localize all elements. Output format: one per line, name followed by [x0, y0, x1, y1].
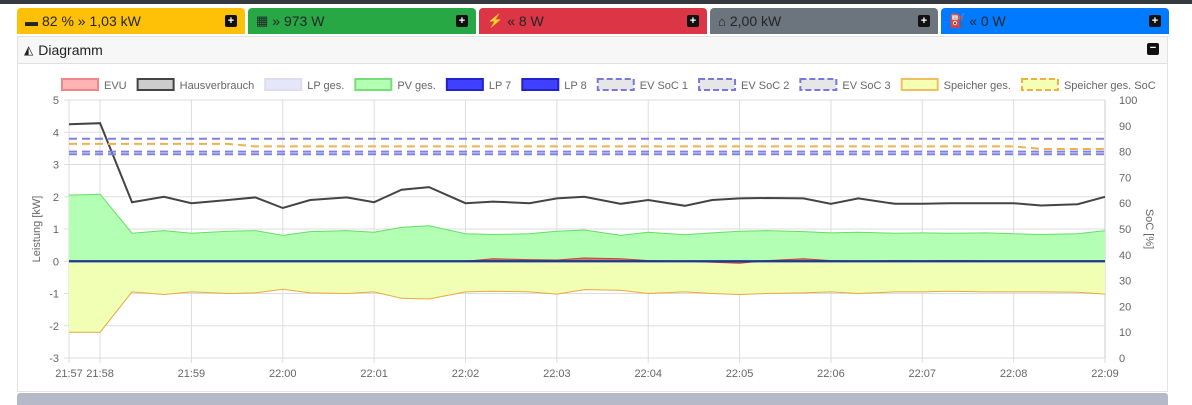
- legend-label: Speicher ges.: [944, 80, 1011, 92]
- legend-swatch: [445, 78, 484, 91]
- x-tick-label: 22:04: [634, 368, 662, 380]
- y2-tick-label: 70: [1119, 172, 1131, 184]
- y-tick-label: 3: [53, 160, 59, 172]
- y2-tick-label: 60: [1119, 198, 1131, 210]
- chart: 543210-1-2-3100908070605040302010021:57 2…: [31, 78, 1156, 380]
- y-tick-label: 2: [53, 192, 59, 204]
- y-tick-label: -1: [49, 289, 59, 301]
- y-tick-label: 1: [53, 224, 59, 236]
- legend-swatch: [900, 78, 939, 91]
- series-speicher-ges-area: [69, 261, 1105, 333]
- y2-tick-label: 50: [1119, 224, 1131, 236]
- legend-swatch: [799, 78, 838, 91]
- x-tick-label: 22:03: [543, 368, 571, 380]
- y2-tick-label: 40: [1119, 250, 1131, 262]
- x-tick-label: 22:06: [817, 368, 845, 380]
- y2-tick-label: 10: [1119, 327, 1131, 339]
- x-tick-label: 22:01: [360, 368, 388, 380]
- y-tick-label: 5: [53, 95, 59, 107]
- legend-label: LP ges.: [307, 80, 344, 92]
- legend-label: Hausverbrauch: [180, 80, 255, 92]
- legend-swatch: [136, 78, 175, 91]
- legend-swatch: [264, 78, 303, 91]
- legend-label: LP 8: [564, 80, 586, 92]
- legend-label: EV SoC 2: [741, 80, 789, 92]
- y2-tick-label: 20: [1119, 301, 1131, 313]
- legend-swatch: [521, 78, 560, 91]
- legend-label: LP 7: [489, 80, 511, 92]
- x-tick-label: 22:02: [452, 368, 480, 380]
- series-pv-ges-area: [69, 194, 1105, 262]
- legend-swatch: [61, 78, 99, 91]
- legend-swatch: [354, 78, 393, 91]
- y2-axis-title: SoC [%]: [1143, 209, 1155, 249]
- y2-tick-label: 90: [1119, 121, 1131, 133]
- legend-label: EV SoC 1: [640, 80, 688, 92]
- y2-tick-label: 100: [1119, 95, 1137, 107]
- x-tick-label: 22:05: [726, 368, 754, 380]
- legend-swatch: [596, 78, 635, 91]
- y-tick-label: -3: [49, 353, 59, 365]
- x-tick-label: 22:07: [909, 368, 937, 380]
- x-tick-label: 22:00: [269, 368, 297, 380]
- legend-label: EVU: [104, 80, 127, 92]
- x-tick-label: 21:58: [86, 368, 114, 380]
- legend-label: Speicher ges. SoC: [1064, 80, 1156, 92]
- y-tick-label: 4: [53, 127, 59, 139]
- x-tick-label: 22:09: [1091, 368, 1119, 380]
- y-tick-label: 0: [53, 256, 59, 268]
- y2-tick-label: 30: [1119, 276, 1131, 288]
- legend-swatch: [1020, 78, 1059, 91]
- legend-label: EV SoC 3: [842, 80, 890, 92]
- next-card-header: [17, 393, 1168, 405]
- legend-label: PV ges.: [397, 80, 436, 92]
- y2-tick-label: 0: [1119, 353, 1125, 365]
- x-tick-label: 21:59: [178, 368, 206, 380]
- y-axis-title: Leistung [kW]: [31, 196, 43, 263]
- x-tick-label: 21:57: [55, 368, 83, 380]
- series-hausverbrauch-line: [68, 122, 1106, 210]
- x-tick-label: 22:08: [1000, 368, 1028, 380]
- legend-swatch: [698, 78, 737, 91]
- y2-tick-label: 80: [1119, 147, 1131, 159]
- y-tick-label: -2: [49, 321, 59, 333]
- series-speicher-ges-soc-line: [69, 142, 1105, 150]
